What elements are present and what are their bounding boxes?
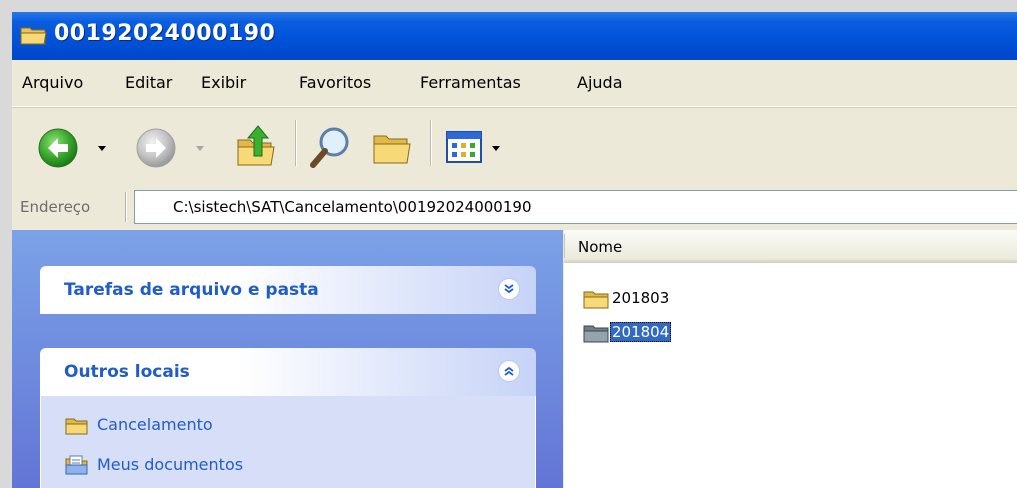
link-label: Meus documentos — [97, 455, 244, 474]
group-header[interactable]: Outros locais — [40, 348, 536, 396]
folder-open-icon — [20, 27, 47, 45]
my-documents-icon — [65, 455, 88, 475]
folders-button[interactable] — [370, 126, 414, 170]
folder-icon — [583, 291, 609, 309]
menu-exibir[interactable]: Exibir — [201, 73, 246, 92]
address-value: C:\sistech\SAT\Cancelamento\001920240001… — [173, 198, 532, 216]
address-separator — [125, 192, 127, 222]
task-pane: Tarefas de arquivo e pasta Outros locais — [12, 230, 563, 488]
folder-icon — [65, 418, 88, 435]
address-label: Endereço — [20, 198, 91, 216]
up-folder-icon — [237, 125, 275, 166]
group-title: Outros locais — [64, 362, 190, 382]
title-bar[interactable]: 00192024000190 — [12, 12, 1017, 60]
address-bar: Endereço C:\sistech\SAT\Cancelamento\001… — [12, 186, 1017, 228]
group-title: Tarefas de arquivo e pasta — [64, 280, 319, 300]
views-icon — [446, 131, 482, 163]
menu-ferramentas[interactable]: Ferramentas — [420, 73, 521, 92]
item-name: 201803 — [612, 289, 670, 307]
file-list: Nome 201803 201804 — [564, 230, 1017, 488]
forward-icon — [136, 128, 176, 168]
search-icon — [310, 127, 349, 168]
chevron-down-icon[interactable] — [498, 278, 520, 300]
folders-icon — [373, 135, 411, 164]
toolbar — [12, 107, 1017, 187]
window-title: 00192024000190 — [54, 21, 276, 46]
chevron-up-icon[interactable] — [498, 360, 520, 382]
group-other-places: Outros locais Cancelamento Meus document… — [40, 348, 536, 488]
menu-ajuda[interactable]: Ajuda — [577, 73, 623, 92]
back-button[interactable] — [36, 126, 116, 170]
menu-bar: Arquivo Editar Exibir Favoritos Ferramen… — [12, 60, 1017, 107]
toolbar-separator — [430, 120, 432, 166]
group-header[interactable]: Tarefas de arquivo e pasta — [40, 266, 536, 314]
menu-editar[interactable]: Editar — [125, 73, 172, 92]
search-button[interactable] — [306, 122, 354, 172]
back-dropdown-icon[interactable] — [98, 146, 106, 151]
item-name: 201804 — [610, 322, 672, 342]
address-input[interactable]: C:\sistech\SAT\Cancelamento\001920240001… — [134, 190, 1017, 224]
link-label: Cancelamento — [97, 415, 213, 434]
toolbar-separator — [295, 120, 297, 166]
column-divider — [564, 234, 565, 258]
column-label: Nome — [578, 238, 623, 256]
views-dropdown-icon[interactable] — [492, 146, 500, 151]
back-icon — [38, 128, 78, 168]
menu-favoritos[interactable]: Favoritos — [299, 73, 371, 92]
explorer-window: 00192024000190 Arquivo Editar Exibir Fav… — [12, 12, 1017, 488]
up-folder-button[interactable] — [234, 122, 280, 172]
column-header-nome[interactable]: Nome — [564, 230, 1017, 263]
group-body: Cancelamento Meus documentos — [40, 396, 536, 488]
views-button[interactable] — [444, 128, 514, 168]
group-file-folder-tasks: Tarefas de arquivo e pasta — [40, 266, 536, 314]
forward-dropdown-icon[interactable] — [196, 146, 204, 151]
folder-icon — [583, 325, 609, 343]
forward-button[interactable] — [134, 126, 214, 170]
menu-arquivo[interactable]: Arquivo — [22, 73, 83, 92]
